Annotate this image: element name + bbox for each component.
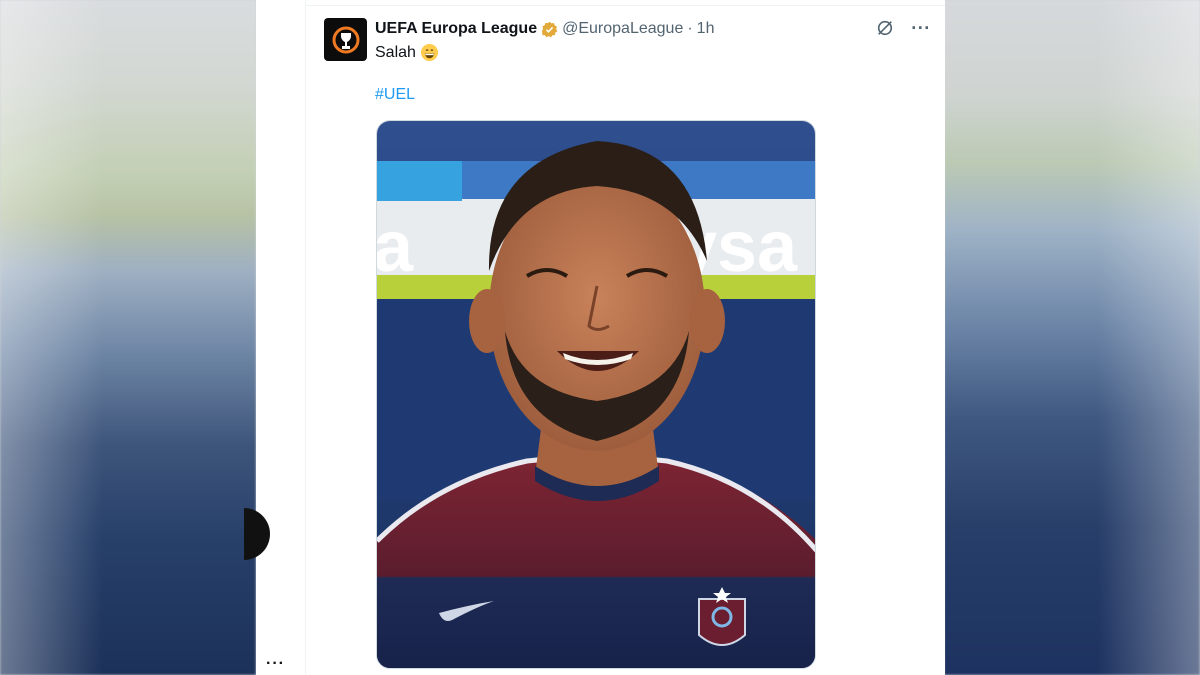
player-photo-illustration: a ysa	[377, 121, 815, 668]
background-right-blur	[944, 0, 1200, 675]
grok-icon[interactable]	[875, 18, 895, 38]
separator-dot: ·	[687, 20, 693, 37]
divider	[306, 5, 945, 6]
timestamp[interactable]: 1h	[697, 20, 715, 38]
verified-badge-icon	[541, 21, 558, 38]
tweet-photo[interactable]: a ysa	[376, 120, 816, 669]
svg-text:a: a	[377, 207, 414, 287]
tweet-actions: ···	[875, 18, 931, 38]
scroll-handle[interactable]	[244, 508, 270, 560]
tweet-text-content: Salah	[375, 43, 416, 61]
tweet-text: Salah	[375, 43, 439, 62]
tweet-header: UEFA Europa League @EuropaLeague · 1h	[375, 18, 714, 40]
grinning-face-emoji	[420, 43, 439, 62]
background-left-blur	[0, 0, 256, 675]
more-options-icon[interactable]: ···	[911, 18, 931, 38]
display-name[interactable]: UEFA Europa League	[375, 20, 537, 38]
hashtag-link[interactable]: #UEL	[375, 86, 415, 104]
more-menu-button[interactable]: ···	[266, 655, 285, 673]
tweet-panel: ··· UEFA Europa League @EuropaLeague · 1…	[244, 0, 945, 675]
uel-logo-icon	[332, 26, 359, 53]
left-gutter: ···	[244, 0, 306, 675]
avatar[interactable]	[324, 18, 367, 61]
user-handle[interactable]: @EuropaLeague	[562, 20, 683, 38]
